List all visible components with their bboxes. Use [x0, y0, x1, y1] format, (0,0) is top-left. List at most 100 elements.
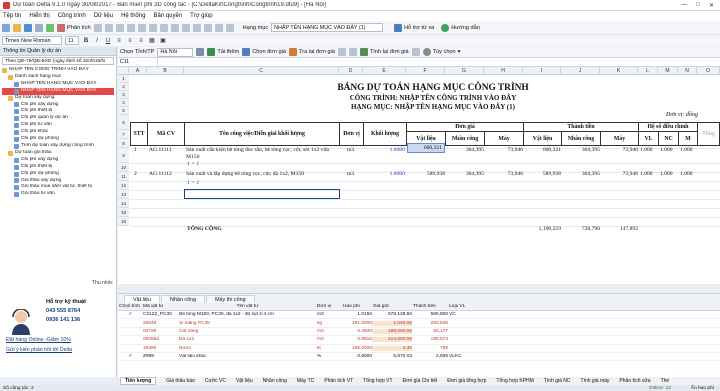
tree-item[interactable]: Gói thầu tư vấn: [2, 191, 114, 198]
row-header[interactable]: 2: [118, 83, 129, 91]
material-cell-check[interactable]: ✓: [118, 354, 142, 359]
sheet-tab[interactable]: Đơn giá Chi tiết: [403, 378, 438, 384]
material-row[interactable]: ✓ Z999 Vật liệu khác% 0.5000 5,870.03 2,935 VL…: [118, 353, 720, 362]
tool-icon[interactable]: [348, 48, 357, 56]
column-header[interactable]: F: [406, 67, 445, 75]
tab-materials[interactable]: Vật liệu: [124, 295, 160, 303]
tool-icon[interactable]: [203, 23, 212, 32]
tree-item[interactable]: Tính dự toán xây dựng công trình: [2, 143, 114, 150]
material-row[interactable]: 04728 Cát vàng m3 0.4930 189,000.00 93,177: [118, 328, 720, 337]
sheet-tab[interactable]: Thé: [661, 378, 670, 384]
menu-system[interactable]: Hệ thống: [121, 13, 145, 19]
row-header[interactable]: 9: [118, 148, 129, 163]
menu-file[interactable]: Tệp tin: [3, 13, 21, 19]
column-header[interactable]: D: [339, 67, 363, 75]
maximize-button[interactable]: □: [696, 2, 700, 9]
menu-license[interactable]: Bản quyền: [153, 13, 182, 19]
recalc-price-button[interactable]: Tính lại đơn giá: [359, 48, 409, 56]
tree-item[interactable]: Chi phí xây dựng: [2, 102, 114, 109]
province-dropdown-icon[interactable]: [196, 48, 205, 56]
save-icon[interactable]: [24, 23, 32, 32]
column-header[interactable]: E: [363, 67, 406, 75]
sheet-tab[interactable]: Nhân công: [263, 378, 287, 384]
print-icon[interactable]: [35, 23, 43, 32]
tree-item[interactable]: Chi phí dự phòng: [2, 136, 114, 143]
sheet-tab[interactable]: Máy TC: [297, 378, 314, 384]
hang-muc-select[interactable]: NHẬP TÊN HẠNG MỤC VÀO ĐÂY (1): [271, 23, 384, 32]
material-row[interactable]: 25048 Xi măng PC30 kg 281.0000 1,046.00 293,6…: [118, 319, 720, 328]
tool-icon[interactable]: [159, 23, 168, 32]
remote-support-button[interactable]: Hỗ trợ từ xa: [394, 23, 434, 32]
choose-price-button[interactable]: Chọn đơn giá: [242, 48, 286, 56]
tool-icon[interactable]: [93, 23, 102, 32]
tool-icon[interactable]: [126, 23, 135, 32]
column-header[interactable]: C: [184, 67, 339, 75]
open-icon[interactable]: [13, 23, 21, 32]
tree-item[interactable]: Chi phí thiết bị: [2, 108, 114, 115]
row-header[interactable]: 12: [118, 181, 129, 190]
lookup-price-button[interactable]: Tra lại đơn giá: [289, 48, 335, 56]
tool-icon[interactable]: [104, 23, 113, 32]
row-header[interactable]: 5: [118, 107, 129, 115]
tree-item[interactable]: Chi phí dự phòng: [2, 171, 114, 178]
material-row[interactable]: ✓ C2122_PC30 Bê tông M150, PC30, đá 1x2 - …: [118, 311, 720, 320]
font-select[interactable]: Times New Roman: [2, 36, 62, 45]
column-header[interactable]: K: [600, 67, 638, 75]
column-header[interactable]: L: [638, 67, 658, 75]
row-header[interactable]: 14: [118, 199, 129, 208]
sheet-tab[interactable]: Tiên lượng: [120, 377, 157, 385]
material-row[interactable]: 00058a Đá 1x2 m3 0.8910 214,000.00 190,674: [118, 336, 720, 345]
column-header[interactable]: N: [678, 67, 697, 75]
font-size-select[interactable]: 11: [65, 36, 79, 45]
tree-item[interactable]: Chi phí xây dựng: [2, 157, 114, 164]
menu-project[interactable]: Công trình: [58, 13, 86, 19]
guide-button[interactable]: Hướng dẫn: [441, 23, 480, 32]
tree-item[interactable]: Chi phí tư vấn: [2, 122, 114, 129]
sheet-tab[interactable]: Tính giá máy: [581, 378, 610, 384]
tree-item[interactable]: Danh sách hạng mục: [2, 74, 114, 81]
minimize-button[interactable]: —: [681, 2, 687, 9]
column-header[interactable]: [118, 67, 129, 75]
collapse-icon[interactable]: «: [110, 280, 113, 286]
row-header[interactable]: 16: [118, 217, 129, 226]
italic-icon[interactable]: I: [93, 37, 101, 45]
tool-icon[interactable]: [170, 23, 179, 32]
menu-view[interactable]: Hiển thị: [29, 13, 49, 19]
norm-select[interactable]: Theo QĐ-79/QĐ-BXD (ngày định số 32/2015/…: [2, 57, 114, 65]
sheet-tab[interactable]: Cước VC: [205, 378, 226, 384]
selected-cell[interactable]: [184, 189, 340, 199]
row-header[interactable]: 15: [118, 208, 129, 217]
undo-icon[interactable]: [46, 23, 54, 32]
sheet-tab[interactable]: Đơn giá tổng hợp: [447, 378, 486, 384]
tool-icon[interactable]: [181, 23, 190, 32]
order-online-link[interactable]: Đặt hàng Online -Giảm 10%: [6, 337, 71, 343]
align-left-icon[interactable]: ≡: [115, 37, 123, 45]
tree-item[interactable]: Dự toán xây dựng: [2, 95, 114, 102]
material-row[interactable]: 19390 Nước lít 185.0000 4.30 796: [118, 345, 720, 353]
sheet-tab[interactable]: Phân tích VT: [324, 378, 353, 384]
close-button[interactable]: ✕: [709, 2, 714, 9]
sheet-tab[interactable]: Tính giá NC: [544, 378, 571, 384]
tool-icon[interactable]: [137, 23, 146, 32]
row-header[interactable]: 13: [118, 190, 129, 199]
column-header[interactable]: A: [129, 67, 147, 75]
row-header[interactable]: 7: [118, 130, 129, 139]
item-price-material[interactable]: 600,321: [407, 143, 445, 153]
sheet-tab[interactable]: Tổng hợp VT: [363, 378, 392, 384]
row-header[interactable]: 4: [118, 99, 129, 107]
column-header[interactable]: B: [147, 67, 184, 75]
province-select[interactable]: Hà Nội: [157, 47, 194, 57]
tool-icon[interactable]: [214, 23, 223, 32]
column-header[interactable]: O: [697, 67, 720, 75]
menu-help[interactable]: Trợ giúp: [190, 13, 212, 19]
tree-item[interactable]: Gói thầu xây dựng: [2, 178, 114, 185]
options-button[interactable]: Tùy chọn ▾: [422, 48, 460, 56]
align-center-icon[interactable]: ≡: [126, 37, 134, 45]
row-header[interactable]: 3: [118, 91, 129, 99]
fill-color-icon[interactable]: ▣: [159, 37, 167, 45]
cell-reference[interactable]: C11: [118, 57, 158, 67]
tree-item[interactable]: NHẬP TÊN HẠNG MỤC VÀO ĐÂY: [2, 87, 114, 95]
sheet-tab[interactable]: Phân tích vữa: [619, 378, 650, 384]
tree-item[interactable]: Chi phí thiết bị: [2, 164, 114, 171]
estimate-sheet[interactable]: ABCDEFGHIJKLMNOPQ 1234567891011121314151…: [118, 67, 720, 284]
